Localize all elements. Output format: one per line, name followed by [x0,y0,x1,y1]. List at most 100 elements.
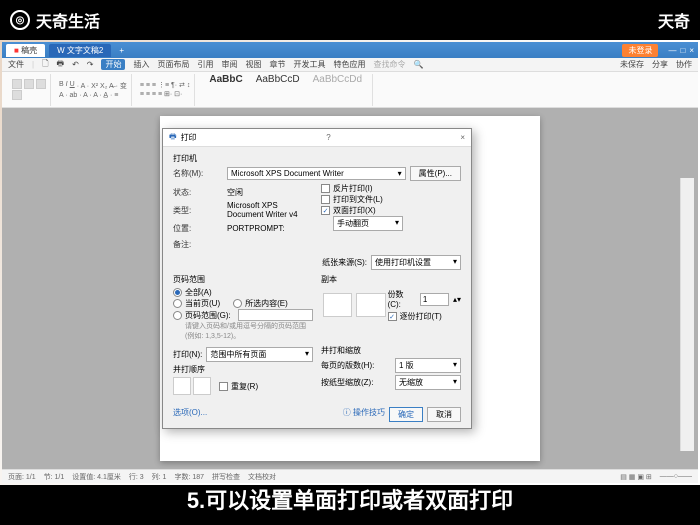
where-value: PORTPROMPT: [227,224,313,233]
collate-checkbox[interactable]: ✓ [388,312,397,321]
paste-icon[interactable] [12,79,22,89]
menu-bar: 文件 | 🗋 🖶 ↶ ↷ 开始 插入 页面布局 引用 审阅 视图 章节 开发工具… [2,58,698,72]
collate-preview-2 [356,293,385,317]
pages-input[interactable] [238,309,313,321]
view-icons[interactable]: ▤ ▦ ▣ ⊞ [620,473,652,481]
chevron-down-icon: ▾ [395,218,399,229]
style-preview[interactable]: AaBbC [203,74,248,106]
qat-icon[interactable]: 🗋 [42,58,48,72]
duplex-mode-select[interactable]: 手动翻页▾ [333,216,403,231]
menu-section[interactable]: 章节 [269,59,285,70]
copies-spinner[interactable]: 1 [420,293,449,306]
options-button[interactable]: 选项(O)... [173,407,207,422]
order-option[interactable] [173,377,191,395]
brush-icon[interactable] [12,90,22,100]
tool-coop[interactable]: 协作 [676,59,692,70]
range-all-radio[interactable] [173,288,182,297]
video-overlay-bar: ◎ 天奇生活 天奇 [0,0,700,40]
window-close-icon[interactable]: × [689,46,694,55]
wps-titlebar: ■ 稿壳 W 文字文稿2 + 未登录 — □ × [2,42,698,58]
range-hint: 请键入页码和/或用逗号分隔的页码范围(例如: 1,3,5-12)。 [173,321,313,341]
chevron-down-icon: ▾ [453,377,457,388]
cut-icon[interactable] [24,79,34,89]
menu-start[interactable]: 开始 [101,59,125,70]
status-value: 空闲 [227,187,313,198]
duplex-checkbox[interactable]: ✓ [321,206,330,215]
collate-preview-1 [323,293,352,317]
print-dialog: 🖶 打印 ? × 打印机 名称(M): Microsoft XPS Docume… [162,128,472,429]
range-sel-radio[interactable] [233,299,242,308]
repeat-checkbox[interactable] [219,382,228,391]
status-section: 节: 1/1 [44,472,65,482]
printer-icon: 🖶 [169,131,177,145]
range-pages-radio[interactable] [173,311,182,320]
tofile-checkbox[interactable] [321,195,330,204]
status-page[interactable]: 页面: 1/1 [8,472,36,482]
tab-home[interactable]: ■ 稿壳 [6,44,45,57]
document-area: 能量保 使用能 其他蛭 而且设 小伙伴 再去使 能量保 1. 普通 使用能 2.… [2,108,698,469]
wps-application-window: ■ 稿壳 W 文字文稿2 + 未登录 — □ × 文件 | 🗋 🖶 ↶ ↷ 开始… [2,42,698,483]
papersrc-select[interactable]: 使用打印机设置▾ [371,255,461,270]
styles-group: AaBbC AaBbCcD AaBbCcDd [199,74,373,106]
status-spell[interactable]: 拼写检查 [212,472,240,482]
reverse-checkbox[interactable] [321,184,330,193]
menu-ref[interactable]: 引用 [197,59,213,70]
menu-file[interactable]: 文件 [8,59,24,70]
qat-icon[interactable]: 🖶 [57,58,65,72]
menu-review[interactable]: 审阅 [221,59,237,70]
chevron-down-icon: ▾ [453,360,457,371]
dialog-help-icon[interactable]: ? [326,133,330,142]
tab-document[interactable]: W 文字文稿2 [49,44,111,57]
copy-icon[interactable] [36,79,46,89]
menu-insert[interactable]: 插入 [133,59,149,70]
chevron-down-icon: ▾ [398,169,402,178]
menu-dev[interactable]: 开发工具 [293,59,325,70]
zoom-slider[interactable]: ——○—— [660,473,692,480]
type-label: 类型: [173,205,223,216]
chevron-down-icon: ▾ [453,257,457,268]
comment-label: 备注: [173,239,223,250]
chevron-down-icon: ▾ [305,349,309,360]
properties-button[interactable]: 属性(P)... [410,166,461,181]
tips-link[interactable]: ⓘ 操作技巧 [343,407,385,422]
qat-icon[interactable]: ↷ [87,60,94,69]
print-what-select[interactable]: 范围中所有页面▾ [206,347,313,362]
dialog-body: 打印机 名称(M): Microsoft XPS Document Writer… [163,147,471,401]
side-panel[interactable] [680,178,694,451]
style-preview[interactable]: AaBbCcDd [307,74,368,106]
menu-special[interactable]: 特色应用 [333,59,365,70]
menu-page[interactable]: 页面布局 [157,59,189,70]
tab-add-icon[interactable]: + [115,46,128,55]
copies-title: 副本 [321,274,461,285]
status-chars[interactable]: 字数: 187 [174,472,204,482]
status-line: 行: 3 [129,472,144,482]
printer-select[interactable]: Microsoft XPS Document Writer▾ [227,167,406,180]
tool-share[interactable]: 分享 [652,59,668,70]
login-button[interactable]: 未登录 [622,44,658,57]
status-docfix[interactable]: 文档校对 [248,472,276,482]
order-title: 并打顺序 [173,364,313,375]
order-option[interactable] [193,377,211,395]
subtitle-caption: 5.可以设置单面打印或者双面打印 [0,483,700,515]
paragraph-group: ≡ ≡ ≡ ⋮≡ ¶· ⇄ ↕ ≡ ≡ ≡ ≡ ⊞· ⊡· [136,74,195,106]
tool-unsaved[interactable]: 未保存 [620,59,644,70]
search-input[interactable]: 查找命令 [373,59,405,70]
range-title: 页码范围 [173,274,313,285]
window-min-icon[interactable]: — [668,46,676,55]
scale-select[interactable]: 无缩放▾ [395,375,461,390]
search-icon[interactable]: 🔍 [413,60,423,69]
dialog-close-icon[interactable]: × [460,133,465,142]
desktop-area: ■ 稿壳 W 文字文稿2 + 未登录 — □ × 文件 | 🗋 🖶 ↶ ↷ 开始… [0,40,700,485]
status-label: 状态: [173,187,223,198]
ok-button[interactable]: 确定 [389,407,423,422]
papersrc-label: 纸张来源(S): [322,257,367,268]
per-sheet-select[interactable]: 1 版▾ [395,358,461,373]
menu-view[interactable]: 视图 [245,59,261,70]
cancel-button[interactable]: 取消 [427,407,461,422]
range-current-radio[interactable] [173,299,182,308]
window-max-icon[interactable]: □ [680,46,685,55]
qat-icon[interactable]: ↶ [72,60,79,69]
name-label: 名称(M): [173,168,223,179]
style-preview[interactable]: AaBbCcD [250,74,306,106]
brand-right: 天奇 [658,8,690,32]
